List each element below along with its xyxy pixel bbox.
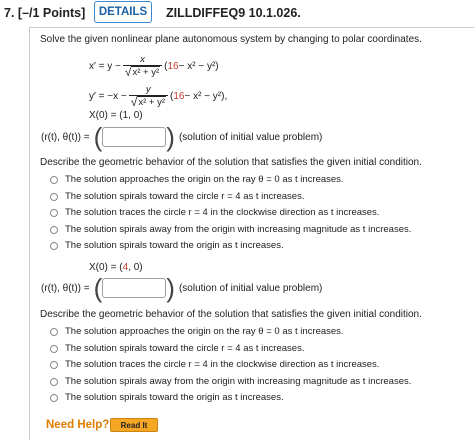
initial-condition-1: X(0) = (1, 0) bbox=[89, 110, 143, 121]
question-header: 7. [–/1 Points] DETAILS ZILLDIFFEQ9 10.1… bbox=[0, 0, 474, 27]
sqrt-argument: x² + y² bbox=[131, 66, 161, 78]
radio-button[interactable] bbox=[50, 327, 58, 336]
sqrt-icon: √ bbox=[130, 94, 138, 109]
option-2-5[interactable]: The solution spirals toward the origin a… bbox=[50, 392, 284, 403]
paren-open-icon: ( bbox=[93, 122, 103, 152]
option-label: The solution spirals toward the origin a… bbox=[65, 240, 284, 251]
initial-condition-2: X(0) = (4, 0) bbox=[89, 262, 143, 273]
yprime-constant: 16 bbox=[173, 90, 185, 102]
sqrt-icon: √ bbox=[124, 64, 132, 79]
option-1-3[interactable]: The solution traces the circle r = 4 in … bbox=[50, 207, 379, 218]
option-2-1[interactable]: The solution approaches the origin on th… bbox=[50, 326, 344, 337]
paren-close-icon: ) bbox=[166, 122, 175, 152]
yprime-numerator: y bbox=[145, 84, 151, 95]
ic2-prefix: X(0) = ( bbox=[89, 262, 123, 273]
xprime-fraction: x √ x² + y² bbox=[122, 54, 163, 79]
xprime-constant: 16 bbox=[167, 60, 179, 72]
option-2-3[interactable]: The solution traces the circle r = 4 in … bbox=[50, 359, 379, 370]
paren-close-icon: ) bbox=[166, 273, 175, 303]
solution-input-1[interactable] bbox=[102, 127, 167, 147]
yprime-equation: y′ = −x − y √ x² + y² ( 16 − x² − y²) , bbox=[89, 84, 227, 108]
option-label: The solution spirals away from the origi… bbox=[65, 376, 412, 387]
read-it-button[interactable]: Read It bbox=[110, 418, 158, 432]
option-label: The solution spirals toward the circle r… bbox=[65, 191, 305, 202]
option-2-4[interactable]: The solution spirals away from the origi… bbox=[50, 376, 411, 387]
option-label: The solution spirals away from the origi… bbox=[65, 224, 412, 235]
radio-button[interactable] bbox=[50, 175, 58, 184]
radio-button[interactable] bbox=[50, 393, 58, 402]
solution-input-2[interactable] bbox=[102, 278, 167, 298]
solution-lhs-1: (r(t), θ(t)) = bbox=[41, 131, 90, 143]
solution-note-2: (solution of initial value problem) bbox=[178, 282, 323, 294]
xprime-numerator: x bbox=[140, 54, 145, 65]
option-label: The solution traces the circle r = 4 in … bbox=[65, 359, 380, 370]
radio-button[interactable] bbox=[50, 377, 58, 386]
radio-button[interactable] bbox=[50, 344, 58, 353]
option-label: The solution spirals toward the origin a… bbox=[65, 392, 284, 403]
yprime-lhs: y′ = −x − bbox=[89, 90, 127, 102]
yprime-paren-rest: − x² − y²) bbox=[184, 90, 225, 102]
need-help-label: Need Help? bbox=[46, 419, 110, 431]
yprime-end: , bbox=[224, 90, 228, 102]
question-number: 7. bbox=[4, 6, 15, 20]
solution-row-1: (r(t), θ(t)) = ( ) (solution of initial … bbox=[41, 124, 322, 150]
paren-open-icon: ( bbox=[93, 273, 103, 303]
option-2-2[interactable]: The solution spirals toward the circle r… bbox=[50, 343, 304, 354]
describe-text-1: Describe the geometric behavior of the s… bbox=[40, 157, 422, 168]
question-id: ZILLDIFFEQ9 10.1.026. bbox=[166, 6, 301, 20]
question-title: 7. [–/1 Points] bbox=[4, 6, 85, 20]
radio-button[interactable] bbox=[50, 208, 58, 217]
option-label: The solution approaches the origin on th… bbox=[65, 174, 344, 185]
option-label: The solution traces the circle r = 4 in … bbox=[65, 207, 380, 218]
points-label: [–/1 Points] bbox=[17, 6, 86, 20]
option-label: The solution spirals toward the circle r… bbox=[65, 343, 305, 354]
xprime-equation: x′ = y − x √ x² + y² ( 16 − x² − y²) bbox=[89, 54, 219, 78]
ic2-suffix: , 0) bbox=[128, 262, 143, 273]
solution-note-1: (solution of initial value problem) bbox=[178, 131, 323, 143]
option-1-4[interactable]: The solution spirals away from the origi… bbox=[50, 224, 411, 235]
details-button[interactable]: DETAILS bbox=[94, 1, 152, 23]
radio-button[interactable] bbox=[50, 192, 58, 201]
radio-button[interactable] bbox=[50, 225, 58, 234]
describe-text-2: Describe the geometric behavior of the s… bbox=[40, 309, 422, 320]
instruction-text: Solve the given nonlinear plane autonomo… bbox=[40, 34, 422, 45]
yprime-fraction: y √ x² + y² bbox=[128, 84, 168, 109]
yprime-denominator: √ x² + y² bbox=[128, 94, 168, 109]
option-1-1[interactable]: The solution approaches the origin on th… bbox=[50, 174, 344, 185]
sqrt-argument: x² + y² bbox=[137, 96, 166, 108]
xprime-lhs: x′ = y − bbox=[89, 60, 121, 72]
option-1-2[interactable]: The solution spirals toward the circle r… bbox=[50, 191, 304, 202]
radio-button[interactable] bbox=[50, 360, 58, 369]
solution-lhs-2: (r(t), θ(t)) = bbox=[41, 282, 90, 294]
solution-row-2: (r(t), θ(t)) = ( ) (solution of initial … bbox=[41, 275, 322, 301]
radio-button[interactable] bbox=[50, 241, 58, 250]
xprime-paren-rest: − x² − y²) bbox=[178, 60, 219, 72]
xprime-denominator: √ x² + y² bbox=[122, 64, 163, 79]
option-label: The solution approaches the origin on th… bbox=[65, 326, 344, 337]
option-1-5[interactable]: The solution spirals toward the origin a… bbox=[50, 240, 284, 251]
